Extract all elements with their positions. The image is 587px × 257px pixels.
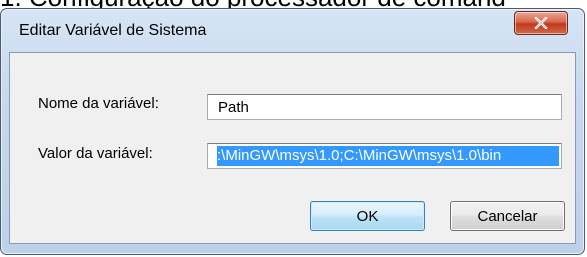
close-icon xyxy=(534,17,548,29)
selected-text-highlight: :\MinGW\msys\1.0;C:\MinGW\msys\1.0\bin xyxy=(217,146,559,166)
cancel-button[interactable]: Cancelar xyxy=(450,201,565,231)
ok-button[interactable]: OK xyxy=(310,201,425,231)
edit-system-variable-dialog: Editar Variável de Sistema Nome da variá… xyxy=(0,8,585,255)
variable-value-text: :\MinGW\msys\1.0;C:\MinGW\msys\1.0\bin xyxy=(217,147,502,164)
variable-value-label: Valor da variável: xyxy=(38,145,153,162)
title-bar[interactable]: Editar Variável de Sistema xyxy=(1,9,584,47)
variable-name-label: Nome da variável: xyxy=(38,95,159,112)
variable-name-field[interactable]: Path xyxy=(207,94,562,120)
dialog-body: Nome da variável: Path Valor da variável… xyxy=(9,52,576,244)
dialog-title: Editar Variável de Sistema xyxy=(19,22,207,39)
close-button[interactable] xyxy=(514,11,568,35)
variable-name-text: Path xyxy=(218,99,249,116)
variable-value-field[interactable]: :\MinGW\msys\1.0;C:\MinGW\msys\1.0\bin xyxy=(207,143,562,169)
